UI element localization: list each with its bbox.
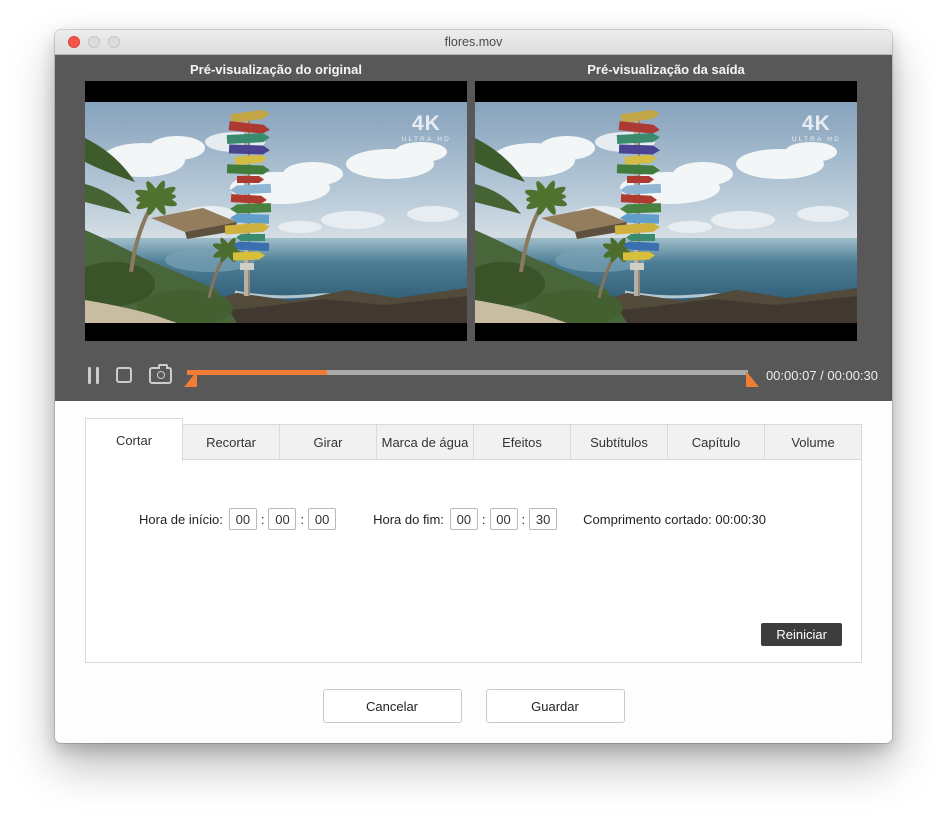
titlebar: flores.mov bbox=[55, 30, 892, 55]
tab-subtitulos[interactable]: Subtítulos bbox=[570, 424, 668, 460]
seek-progress bbox=[187, 370, 327, 375]
output-video-preview: 4K ULTRA HD bbox=[475, 81, 857, 341]
tab-recortar[interactable]: Recortar bbox=[182, 424, 280, 460]
seek-bar[interactable] bbox=[187, 365, 748, 385]
player-controls: 00:00:07 / 00:00:30 bbox=[55, 355, 892, 401]
close-button[interactable] bbox=[68, 36, 80, 48]
end-minutes-field[interactable] bbox=[490, 508, 518, 530]
save-button[interactable]: Guardar bbox=[486, 689, 625, 723]
colon-separator: : bbox=[300, 512, 304, 527]
output-preview-title: Pré-visualização da saída bbox=[475, 62, 857, 77]
cancel-button[interactable]: Cancelar bbox=[323, 689, 462, 723]
start-seconds-field[interactable] bbox=[308, 508, 336, 530]
end-seconds-field[interactable] bbox=[529, 508, 557, 530]
original-preview-title: Pré-visualização do original bbox=[85, 62, 467, 77]
start-time-label: Hora de início: bbox=[139, 512, 223, 527]
cut-panel: Hora de início: : : Hora do fim: : : Com… bbox=[85, 459, 862, 663]
pause-icon[interactable] bbox=[88, 367, 99, 384]
time-display: 00:00:07 / 00:00:30 bbox=[766, 368, 878, 383]
video-scene bbox=[475, 102, 857, 323]
colon-separator: : bbox=[482, 512, 486, 527]
end-time-label: Hora do fim: bbox=[373, 512, 444, 527]
tab-marca-de-agua[interactable]: Marca de água bbox=[376, 424, 474, 460]
tab-cortar[interactable]: Cortar bbox=[85, 418, 183, 461]
snapshot-camera-icon[interactable] bbox=[149, 367, 172, 384]
video-scene bbox=[85, 102, 467, 323]
edit-area: Cortar Recortar Girar Marca de água Efei… bbox=[55, 401, 892, 723]
stop-icon[interactable] bbox=[116, 367, 132, 383]
reset-button[interactable]: Reiniciar bbox=[761, 623, 842, 646]
tab-efeitos[interactable]: Efeitos bbox=[473, 424, 571, 460]
tab-volume[interactable]: Volume bbox=[764, 424, 862, 460]
start-hours-field[interactable] bbox=[229, 508, 257, 530]
preview-section: Pré-visualização do original Pré-visuali… bbox=[55, 55, 892, 401]
tab-bar: Cortar Recortar Girar Marca de água Efei… bbox=[85, 418, 862, 460]
cut-length-text: Comprimento cortado: 00:00:30 bbox=[583, 512, 766, 527]
cut-length-value: 00:00:30 bbox=[715, 512, 766, 527]
colon-separator: : bbox=[261, 512, 265, 527]
tab-capitulo[interactable]: Capítulo bbox=[667, 424, 765, 460]
tab-girar[interactable]: Girar bbox=[279, 424, 377, 460]
edit-window: flores.mov Pré-visualização do original … bbox=[55, 30, 892, 743]
window-title: flores.mov bbox=[445, 35, 503, 49]
traffic-lights bbox=[68, 36, 120, 48]
footer-actions: Cancelar Guardar bbox=[85, 689, 862, 723]
end-hours-field[interactable] bbox=[450, 508, 478, 530]
zoom-button[interactable] bbox=[108, 36, 120, 48]
start-minutes-field[interactable] bbox=[268, 508, 296, 530]
original-video-preview: 4K ULTRA HD bbox=[85, 81, 467, 341]
colon-separator: : bbox=[522, 512, 526, 527]
cut-length-label: Comprimento cortado: bbox=[583, 512, 712, 527]
minimize-button[interactable] bbox=[88, 36, 100, 48]
